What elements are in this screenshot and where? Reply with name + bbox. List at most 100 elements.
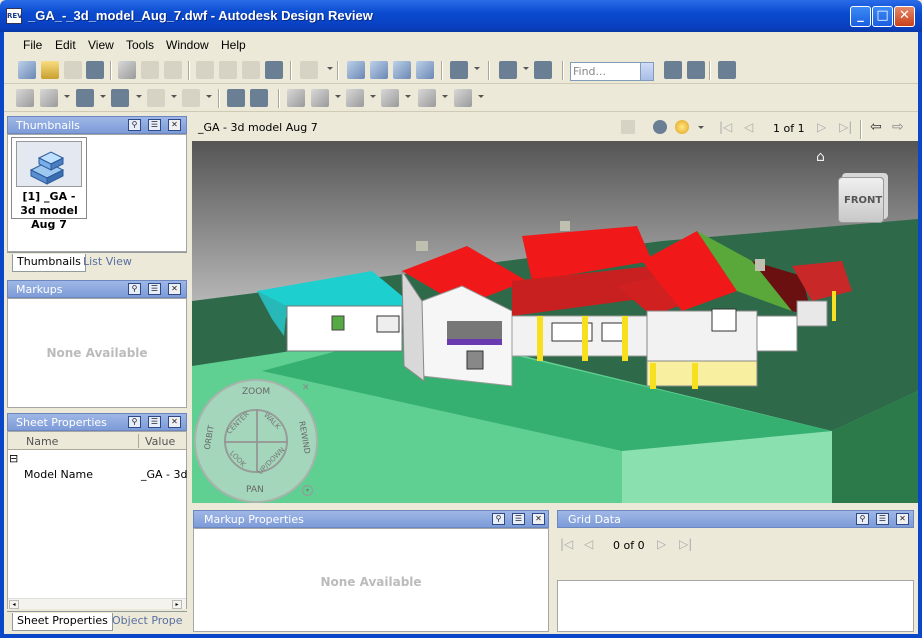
stamp-icon[interactable] xyxy=(40,89,58,107)
chevron-down-icon[interactable] xyxy=(335,95,341,98)
maximize-button[interactable]: □ xyxy=(872,6,893,27)
wheel-zoom[interactable]: ZOOM xyxy=(242,387,270,397)
viewcube[interactable]: FRONT xyxy=(836,169,892,229)
text-icon[interactable] xyxy=(16,89,34,107)
find-options-icon[interactable] xyxy=(687,61,705,79)
menu-icon[interactable]: ☰ xyxy=(148,416,161,428)
redo-icon[interactable] xyxy=(164,61,182,79)
menu-help[interactable]: Help xyxy=(221,38,246,52)
scroll-left-icon[interactable]: ◂ xyxy=(9,600,19,609)
forward-arrow-icon[interactable]: ⇨ xyxy=(892,120,906,134)
chevron-down-icon[interactable] xyxy=(206,95,212,98)
lightbulb-icon[interactable] xyxy=(675,120,689,134)
paste-icon[interactable] xyxy=(242,61,260,79)
chevron-down-icon[interactable] xyxy=(442,95,448,98)
font-size-icon[interactable] xyxy=(311,89,329,107)
select-arrow-icon[interactable] xyxy=(118,61,136,79)
fill-color-icon[interactable] xyxy=(418,89,436,107)
chevron-down-icon[interactable] xyxy=(478,95,484,98)
wheel-rewind[interactable]: REWIND xyxy=(297,420,312,454)
binoculars-icon[interactable] xyxy=(664,61,682,79)
tab-list-view[interactable]: List View xyxy=(79,254,136,272)
chevron-down-icon[interactable] xyxy=(136,95,142,98)
cut-icon[interactable] xyxy=(196,61,214,79)
next-page-icon[interactable]: ▷ xyxy=(817,120,831,134)
font-color-icon[interactable] xyxy=(346,89,364,107)
pin-icon[interactable]: ⚲ xyxy=(856,513,869,525)
save-icon[interactable] xyxy=(64,61,82,79)
menu-icon[interactable]: ☰ xyxy=(876,513,889,525)
camera-icon[interactable] xyxy=(227,89,245,107)
tab-thumbnails[interactable]: Thumbnails xyxy=(12,254,86,272)
first-page-icon[interactable]: |◁ xyxy=(560,537,574,551)
minimize-button[interactable]: _ xyxy=(850,6,871,27)
menu-edit[interactable]: Edit xyxy=(55,38,76,52)
menu-icon[interactable]: ☰ xyxy=(148,119,161,131)
layout-panels-icon[interactable] xyxy=(499,61,517,79)
lock-icon[interactable] xyxy=(621,120,635,134)
chevron-down-icon[interactable] xyxy=(523,67,529,70)
find-dropdown-button[interactable] xyxy=(640,63,653,80)
close-icon[interactable]: ✕ xyxy=(168,416,181,428)
close-icon[interactable]: ✕ xyxy=(168,119,181,131)
chevron-down-icon[interactable] xyxy=(327,67,333,70)
copy-icon[interactable] xyxy=(219,61,237,79)
first-page-icon[interactable]: |◁ xyxy=(719,120,733,134)
menu-view[interactable]: View xyxy=(88,38,114,52)
help-icon[interactable] xyxy=(718,61,736,79)
snapshot-icon[interactable] xyxy=(250,89,268,107)
title-bar[interactable]: REV _GA_-_3d_model_Aug_7.dwf - Autodesk … xyxy=(0,0,922,32)
chevron-down-icon[interactable] xyxy=(474,67,480,70)
scroll-right-icon[interactable]: ▸ xyxy=(172,600,182,609)
pin-icon[interactable]: ⚲ xyxy=(128,283,141,295)
fit-to-window-icon[interactable] xyxy=(416,61,434,79)
grid-view-icon[interactable] xyxy=(265,61,283,79)
wheel-pan[interactable]: PAN xyxy=(246,485,264,495)
callout-icon[interactable] xyxy=(76,89,94,107)
line-weight-icon[interactable] xyxy=(454,89,472,107)
menu-icon[interactable]: ☰ xyxy=(512,513,525,525)
pin-icon[interactable]: ⚲ xyxy=(492,513,505,525)
pin-icon[interactable]: ⚲ xyxy=(128,119,141,131)
undo-icon[interactable] xyxy=(141,61,159,79)
stamp-tool-icon[interactable] xyxy=(147,89,165,107)
wheel-orbit[interactable]: ORBIT xyxy=(203,425,216,451)
tab-sheet-properties[interactable]: Sheet Properties xyxy=(12,613,113,631)
menu-file[interactable]: File xyxy=(23,38,42,52)
thumbnail-item[interactable]: [1] _GA - 3d model Aug 7 xyxy=(11,137,87,231)
last-page-icon[interactable]: ▷| xyxy=(839,120,853,134)
column-header-name[interactable]: Name xyxy=(26,435,58,448)
zoom-in-icon[interactable] xyxy=(370,61,388,79)
wheel-close-icon[interactable]: ✕ xyxy=(302,383,310,393)
close-icon[interactable]: ✕ xyxy=(168,283,181,295)
home-icon[interactable]: ⌂ xyxy=(816,149,832,165)
last-page-icon[interactable]: ▷| xyxy=(679,537,693,551)
wheel-menu-icon[interactable]: ▾ xyxy=(302,485,313,496)
pan-icon[interactable] xyxy=(347,61,365,79)
chevron-down-icon[interactable] xyxy=(698,126,704,129)
print-icon[interactable] xyxy=(86,61,104,79)
chevron-down-icon[interactable] xyxy=(171,95,177,98)
menu-window[interactable]: Window xyxy=(166,38,209,52)
collapse-icon[interactable]: ⊟ xyxy=(9,452,18,465)
chevron-down-icon[interactable] xyxy=(100,95,106,98)
next-page-icon[interactable]: ▷ xyxy=(657,537,671,551)
model-viewport[interactable]: ⌂ FRONT ZOOM ORBIT CENTER WALK REWIND LO… xyxy=(192,141,918,503)
menu-icon[interactable]: ☰ xyxy=(148,283,161,295)
shapes-icon[interactable] xyxy=(182,89,200,107)
line-color-icon[interactable] xyxy=(381,89,399,107)
fullscreen-icon[interactable] xyxy=(534,61,552,79)
bold-icon[interactable] xyxy=(287,89,305,107)
chevron-down-icon[interactable] xyxy=(64,95,70,98)
navigation-wheel[interactable]: ZOOM ORBIT CENTER WALK REWIND LOOK UP/DO… xyxy=(194,379,318,503)
column-divider[interactable] xyxy=(138,434,139,448)
pin-icon[interactable]: ⚲ xyxy=(128,416,141,428)
close-icon[interactable]: ✕ xyxy=(896,513,909,525)
zoom-to-icon[interactable] xyxy=(653,120,667,134)
zoom-window-icon[interactable] xyxy=(393,61,411,79)
rotate-icon[interactable] xyxy=(300,61,318,79)
back-arrow-icon[interactable]: ⇦ xyxy=(870,120,884,134)
menu-tools[interactable]: Tools xyxy=(126,38,154,52)
previous-page-icon[interactable]: ◁ xyxy=(584,537,598,551)
tab-object-properties[interactable]: Object Prope xyxy=(108,613,187,631)
